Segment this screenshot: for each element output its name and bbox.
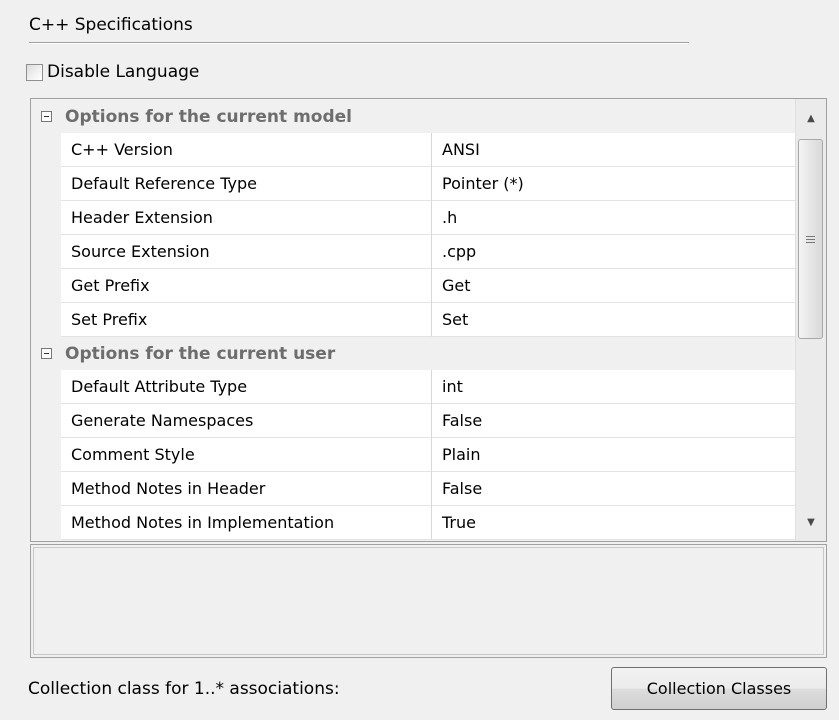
property-value[interactable]: Set bbox=[432, 303, 796, 337]
row-margin bbox=[31, 235, 61, 269]
property-row[interactable]: Generate Namespaces False bbox=[31, 404, 796, 438]
property-name[interactable]: Method Notes in Header bbox=[61, 472, 432, 506]
property-name[interactable]: Comment Style bbox=[61, 438, 432, 472]
property-value[interactable]: True bbox=[432, 506, 796, 540]
collection-classes-button[interactable]: Collection Classes bbox=[611, 667, 827, 710]
grip-icon bbox=[806, 234, 815, 245]
group-title: C++ Specifications bbox=[29, 15, 193, 35]
property-row[interactable]: Source Extension .cpp bbox=[31, 235, 796, 269]
property-row[interactable]: Default Attribute Type int bbox=[31, 370, 796, 404]
minus-box-icon bbox=[40, 111, 52, 122]
scroll-up-icon[interactable]: ▲ bbox=[796, 101, 826, 135]
row-margin bbox=[31, 201, 61, 235]
group-divider bbox=[29, 42, 689, 44]
category-label: Options for the current user bbox=[65, 343, 336, 364]
row-margin bbox=[31, 370, 61, 404]
category-label: Options for the current model bbox=[65, 106, 352, 127]
row-margin bbox=[31, 167, 61, 201]
property-name[interactable]: Default Attribute Type bbox=[61, 370, 432, 404]
collapse-icon[interactable] bbox=[31, 337, 61, 370]
property-row[interactable]: Header Extension .h bbox=[31, 201, 796, 235]
collection-class-label: Collection class for 1..* associations: bbox=[28, 679, 340, 699]
property-value[interactable]: .cpp bbox=[432, 235, 796, 269]
row-margin bbox=[31, 472, 61, 506]
property-name[interactable]: Method Notes in Implementation bbox=[61, 506, 432, 540]
row-margin bbox=[31, 269, 61, 303]
description-panel bbox=[30, 544, 827, 658]
property-grid-rows: Options for the current model C++ Version… bbox=[31, 100, 796, 540]
property-row[interactable]: Method Notes in Header False bbox=[31, 472, 796, 506]
disable-language-option[interactable]: Disable Language bbox=[26, 60, 199, 84]
category-row[interactable]: Options for the current user bbox=[31, 337, 796, 370]
property-name[interactable]: Source Extension bbox=[61, 235, 432, 269]
row-margin bbox=[31, 506, 61, 540]
property-value[interactable]: ANSI bbox=[432, 133, 796, 167]
disable-language-label: Disable Language bbox=[47, 62, 200, 82]
row-margin bbox=[31, 303, 61, 337]
property-value[interactable]: False bbox=[432, 472, 796, 506]
property-value[interactable]: Pointer (*) bbox=[432, 167, 796, 201]
description-text bbox=[33, 547, 824, 655]
property-row[interactable]: C++ Version ANSI bbox=[31, 133, 796, 167]
property-row[interactable]: Get Prefix Get bbox=[31, 269, 796, 303]
property-row[interactable]: Method Notes in Implementation True bbox=[31, 506, 796, 540]
row-margin bbox=[31, 404, 61, 438]
row-margin bbox=[31, 133, 61, 167]
property-row[interactable]: Comment Style Plain bbox=[31, 438, 796, 472]
property-grid[interactable]: Options for the current model C++ Version… bbox=[30, 98, 827, 542]
property-value[interactable]: int bbox=[432, 370, 796, 404]
property-row[interactable]: Default Reference Type Pointer (*) bbox=[31, 167, 796, 201]
property-value[interactable]: .h bbox=[432, 201, 796, 235]
minus-box-icon bbox=[40, 348, 52, 359]
property-row[interactable]: Set Prefix Set bbox=[31, 303, 796, 337]
scroll-thumb[interactable] bbox=[798, 139, 823, 339]
row-margin bbox=[31, 438, 61, 472]
collapse-icon[interactable] bbox=[31, 100, 61, 133]
property-value[interactable]: False bbox=[432, 404, 796, 438]
property-name[interactable]: Get Prefix bbox=[61, 269, 432, 303]
property-value[interactable]: Plain bbox=[432, 438, 796, 472]
property-name[interactable]: Header Extension bbox=[61, 201, 432, 235]
property-name[interactable]: Set Prefix bbox=[61, 303, 432, 337]
property-name[interactable]: Generate Namespaces bbox=[61, 404, 432, 438]
category-row[interactable]: Options for the current model bbox=[31, 100, 796, 133]
property-value[interactable]: Get bbox=[432, 269, 796, 303]
scroll-down-icon[interactable]: ▼ bbox=[796, 505, 826, 539]
property-name[interactable]: Default Reference Type bbox=[61, 167, 432, 201]
property-name[interactable]: C++ Version bbox=[61, 133, 432, 167]
disable-language-checkbox[interactable] bbox=[26, 63, 43, 81]
vertical-scrollbar[interactable]: ▲ ▼ bbox=[795, 99, 826, 541]
